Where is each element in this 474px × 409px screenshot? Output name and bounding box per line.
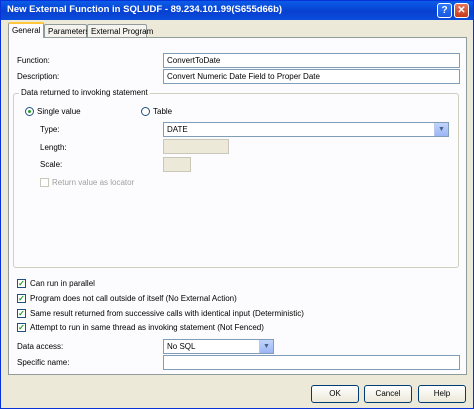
tab-external-program[interactable]: External Program — [87, 24, 153, 38]
return-locator-checkbox[interactable] — [40, 178, 49, 187]
parallel-label: Can run in parallel — [30, 279, 95, 288]
deterministic-checkbox[interactable]: ✓ — [17, 309, 26, 318]
not-fenced-checkbox[interactable]: ✓ — [17, 323, 26, 332]
length-input[interactable] — [163, 139, 229, 154]
specific-name-input[interactable] — [163, 355, 460, 370]
window-title: New External Function in SQLUDF - 89.234… — [7, 4, 283, 15]
check-icon: ✓ — [18, 323, 25, 332]
no-external-action-checkbox[interactable]: ✓ — [17, 294, 26, 303]
deterministic-label: Same result returned from successive cal… — [30, 309, 304, 318]
help-button[interactable]: Help — [418, 385, 466, 403]
data-returned-legend: Data returned to invoking statement — [19, 88, 150, 97]
check-icon: ✓ — [18, 279, 25, 288]
help-title-button[interactable]: ? — [437, 3, 452, 18]
function-input[interactable]: ConvertToDate — [163, 53, 460, 68]
check-icon: ✓ — [18, 294, 25, 303]
table-label: Table — [153, 107, 173, 116]
check-icon: ✓ — [18, 309, 25, 318]
data-access-value: No SQL — [167, 342, 196, 351]
dialog-window: New External Function in SQLUDF - 89.234… — [0, 0, 474, 409]
no-external-action-label: Program does not call outside of itself … — [30, 294, 237, 303]
table-radio[interactable] — [141, 107, 150, 116]
description-label: Description: — [17, 72, 60, 81]
tab-general[interactable]: General — [8, 22, 44, 38]
length-label: Length: — [40, 143, 67, 152]
function-label: Function: — [17, 56, 50, 65]
single-value-label: Single value — [37, 107, 81, 116]
type-select[interactable]: DATE ▼ — [163, 122, 449, 137]
tab-parameters[interactable]: Parameters — [44, 24, 89, 38]
single-value-radio[interactable] — [25, 107, 34, 116]
type-label: Type: — [40, 125, 60, 134]
not-fenced-label: Attempt to run in same thread as invokin… — [30, 323, 264, 332]
title-bar[interactable]: New External Function in SQLUDF - 89.234… — [1, 1, 473, 20]
chevron-down-icon[interactable]: ▼ — [259, 340, 273, 353]
close-button[interactable]: ✕ — [454, 3, 469, 18]
type-value: DATE — [167, 125, 188, 134]
return-locator-label: Return value as locator — [52, 178, 135, 187]
ok-button[interactable]: OK — [311, 385, 359, 403]
cancel-button[interactable]: Cancel — [364, 385, 412, 403]
question-icon: ? — [441, 5, 448, 16]
description-input[interactable]: Convert Numeric Date Field to Proper Dat… — [163, 69, 460, 84]
data-access-label: Data access: — [17, 342, 64, 351]
close-icon: ✕ — [457, 5, 466, 16]
chevron-down-icon[interactable]: ▼ — [434, 123, 448, 136]
specific-name-label: Specific name: — [17, 358, 70, 367]
data-access-select[interactable]: No SQL ▼ — [163, 339, 274, 354]
parallel-checkbox[interactable]: ✓ — [17, 279, 26, 288]
scale-input[interactable] — [163, 157, 191, 172]
scale-label: Scale: — [40, 160, 63, 169]
